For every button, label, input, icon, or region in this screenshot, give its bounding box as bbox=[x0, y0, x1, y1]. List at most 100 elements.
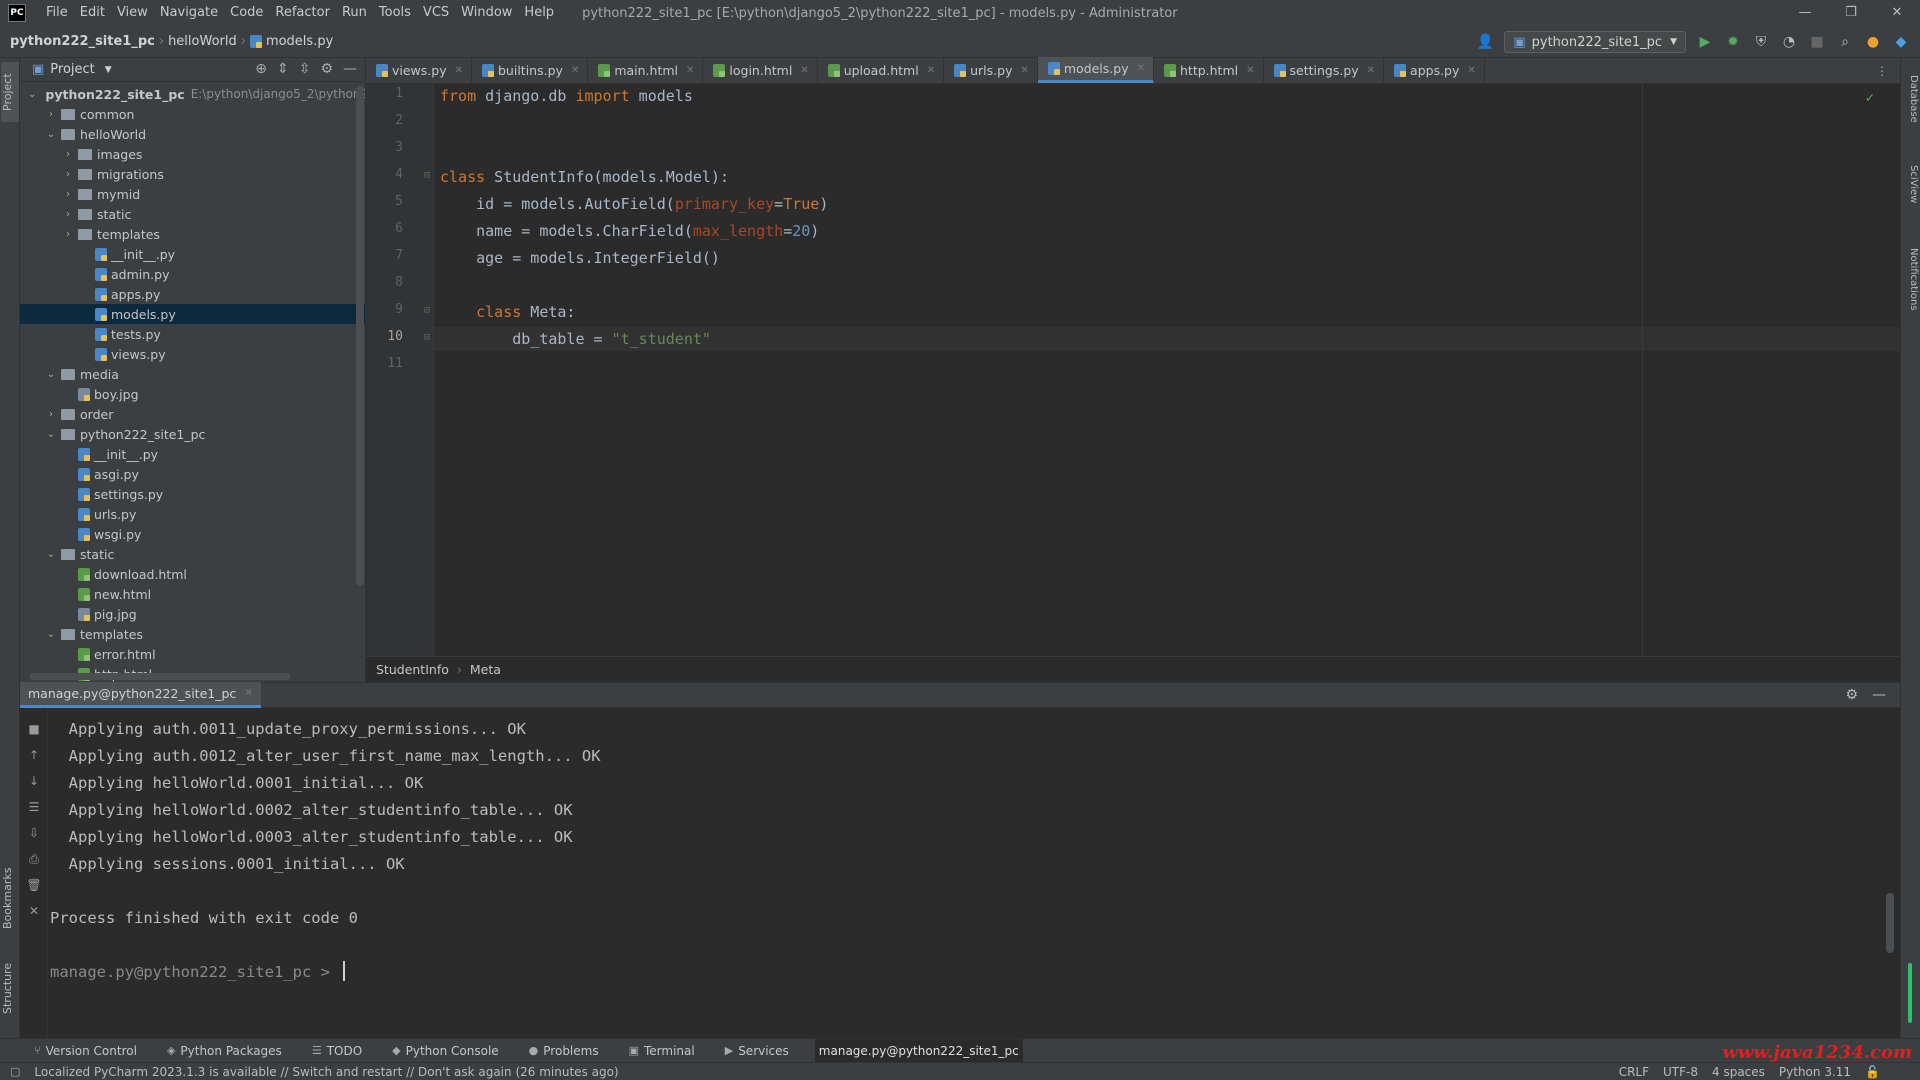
tree-item[interactable]: ⌄ python222_site1_pc bbox=[20, 424, 365, 444]
tool-window-python-console[interactable]: ◆ Python Console bbox=[388, 1039, 503, 1063]
bookmarks-tool-tab[interactable]: Bookmarks bbox=[1, 858, 19, 938]
tree-item[interactable]: › mymid bbox=[20, 184, 365, 204]
menu-view[interactable]: View bbox=[111, 0, 154, 26]
code-line[interactable]: from django.db import models bbox=[440, 84, 693, 108]
search-icon[interactable]: ⌕ bbox=[1836, 33, 1854, 51]
editor-tab[interactable]: http.html ✕ bbox=[1154, 57, 1264, 83]
chevron-right-icon[interactable]: › bbox=[45, 109, 57, 120]
chevron-down-icon[interactable]: ⌄ bbox=[45, 129, 57, 140]
profile-icon[interactable]: ◔ bbox=[1780, 33, 1798, 51]
close-icon[interactable]: ✕ bbox=[26, 904, 42, 920]
stop-icon[interactable]: ■ bbox=[26, 722, 42, 738]
arrow-up-icon[interactable]: ↑ bbox=[26, 748, 42, 764]
close-icon[interactable]: ✕ bbox=[1367, 65, 1375, 76]
close-icon[interactable]: ✕ bbox=[927, 65, 935, 76]
tree-item[interactable]: new.html bbox=[20, 584, 365, 604]
chevron-right-icon[interactable]: › bbox=[62, 169, 74, 180]
scroll-to-end-icon[interactable]: ⇩ bbox=[26, 826, 42, 842]
tree-item[interactable]: › order bbox=[20, 404, 365, 424]
editor-tab[interactable]: login.html ✕ bbox=[703, 57, 818, 83]
code-editor[interactable]: 1 2 3 4 5 6 7 8 9 10 11 ⊟ ⊟ ⊟ from django.db import m… bbox=[366, 84, 1900, 656]
interpreter-widget[interactable]: Python 3.11 bbox=[1779, 1065, 1851, 1079]
tree-item[interactable]: ⌄ helloWorld bbox=[20, 124, 365, 144]
tree-item[interactable]: tests.py bbox=[20, 324, 365, 344]
user-icon[interactable]: 👤 bbox=[1476, 33, 1494, 51]
tree-item[interactable]: __init__.py bbox=[20, 444, 365, 464]
editor-tab[interactable]: upload.html ✕ bbox=[818, 57, 945, 83]
code-line[interactable]: class StudentInfo(models.Model): bbox=[440, 165, 729, 189]
tool-window-terminal[interactable]: ▣ Terminal bbox=[625, 1039, 699, 1063]
tree-item[interactable]: __init__.py bbox=[20, 244, 365, 264]
gear-icon[interactable]: ⚙ bbox=[1845, 687, 1858, 703]
close-icon[interactable]: ✕ bbox=[1467, 65, 1475, 76]
structure-tool-tab[interactable]: Structure bbox=[1, 953, 19, 1023]
tree-horizontal-scrollbar[interactable] bbox=[30, 673, 290, 680]
debug-icon[interactable]: ✹ bbox=[1724, 33, 1742, 51]
code-line[interactable]: name = models.CharField(max_length=20) bbox=[440, 219, 819, 243]
chevron-right-icon[interactable]: › bbox=[62, 149, 74, 160]
close-icon[interactable]: ✕ bbox=[1246, 65, 1254, 76]
chevron-down-icon[interactable]: ⌄ bbox=[28, 89, 36, 100]
locate-icon[interactable]: ⊕ bbox=[255, 61, 267, 77]
indent-widget[interactable]: 4 spaces bbox=[1712, 1065, 1765, 1079]
chevron-right-icon[interactable]: › bbox=[62, 189, 74, 200]
code-crumb-meta[interactable]: Meta bbox=[470, 662, 501, 677]
run-icon[interactable]: ▶ bbox=[1696, 33, 1714, 51]
fold-marker-icon[interactable]: ⊟ bbox=[424, 305, 430, 316]
more-tabs-icon[interactable]: ⋮ bbox=[1876, 64, 1888, 78]
breadcrumb-folder[interactable]: helloWorld bbox=[168, 34, 237, 49]
chevron-right-icon[interactable]: › bbox=[45, 409, 57, 420]
menu-code[interactable]: Code bbox=[224, 0, 269, 26]
tree-item[interactable]: asgi.py bbox=[20, 464, 365, 484]
code-line[interactable]: db_table = "t_student" bbox=[440, 327, 711, 351]
expand-all-icon[interactable]: ⇕ bbox=[277, 61, 289, 77]
close-icon[interactable]: ✕ bbox=[686, 65, 694, 76]
tree-item[interactable]: wsgi.py bbox=[20, 524, 365, 544]
menu-edit[interactable]: Edit bbox=[74, 0, 111, 26]
chevron-right-icon[interactable]: › bbox=[62, 209, 74, 220]
soft-wrap-icon[interactable]: ☰ bbox=[26, 800, 42, 816]
code-line[interactable]: age = models.IntegerField() bbox=[440, 246, 720, 270]
chevron-down-icon[interactable]: ⌄ bbox=[45, 429, 57, 440]
menu-navigate[interactable]: Navigate bbox=[154, 0, 224, 26]
editor-tab[interactable]: models.py ✕ bbox=[1037, 57, 1154, 83]
tree-item[interactable]: › images bbox=[20, 144, 365, 164]
status-toggle-icon[interactable]: ▢ bbox=[10, 1065, 20, 1078]
tree-item[interactable]: boy.jpg bbox=[20, 384, 365, 404]
tree-item[interactable]: settings.py bbox=[20, 484, 365, 504]
line-separator-widget[interactable]: CRLF bbox=[1619, 1065, 1649, 1079]
tree-item[interactable]: views.py bbox=[20, 344, 365, 364]
breadcrumb-project[interactable]: python222_site1_pc bbox=[10, 34, 155, 49]
tree-item[interactable]: › templates bbox=[20, 224, 365, 244]
editor-tab[interactable]: builtins.py ✕ bbox=[472, 57, 589, 83]
gear-icon[interactable]: ⚙ bbox=[320, 61, 333, 77]
hide-panel-icon[interactable]: — bbox=[343, 61, 357, 77]
tree-item[interactable]: ⌄ python222_site1_pc E:\python\django5_2\p… bbox=[20, 84, 365, 104]
coverage-icon[interactable]: ⛨ bbox=[1752, 33, 1770, 51]
tree-item[interactable]: ⌄ media bbox=[20, 364, 365, 384]
minimize-button[interactable]: — bbox=[1782, 0, 1828, 26]
menu-file[interactable]: File bbox=[40, 0, 74, 26]
editor-tab[interactable]: urls.py ✕ bbox=[944, 57, 1038, 83]
tool-window-problems[interactable]: ● Problems bbox=[525, 1039, 603, 1063]
tree-item[interactable]: ⌄ templates bbox=[20, 624, 365, 644]
tree-scrollbar[interactable] bbox=[356, 86, 364, 586]
run-configuration-select[interactable]: ▣ python222_site1_pc ▼ bbox=[1504, 31, 1686, 53]
fold-marker-icon[interactable]: ⊟ bbox=[424, 332, 430, 343]
run-console[interactable]: Applying auth.0011_update_proxy_permissi… bbox=[48, 708, 1912, 1038]
tree-item[interactable]: models.py bbox=[20, 304, 365, 324]
encoding-widget[interactable]: UTF-8 bbox=[1663, 1065, 1698, 1079]
lock-icon[interactable]: 🔓 bbox=[1865, 1065, 1880, 1079]
chevron-down-icon[interactable]: ▼ bbox=[105, 65, 112, 75]
tool-window-python-packages[interactable]: ◈ Python Packages bbox=[163, 1039, 286, 1063]
editor-tab[interactable]: views.py ✕ bbox=[366, 57, 472, 83]
trash-icon[interactable]: 🗑 bbox=[26, 878, 42, 894]
editor-tab[interactable]: settings.py ✕ bbox=[1264, 57, 1385, 83]
tool-window-services[interactable]: ▶ Services bbox=[721, 1039, 793, 1063]
close-icon[interactable]: ✕ bbox=[800, 65, 808, 76]
tree-item[interactable]: error.html bbox=[20, 644, 365, 664]
database-tool-tab[interactable]: Database bbox=[1903, 64, 1919, 134]
tree-item[interactable]: › common bbox=[20, 104, 365, 124]
tree-item[interactable]: ⌄ static bbox=[20, 544, 365, 564]
editor-tab[interactable]: main.html ✕ bbox=[588, 57, 704, 83]
